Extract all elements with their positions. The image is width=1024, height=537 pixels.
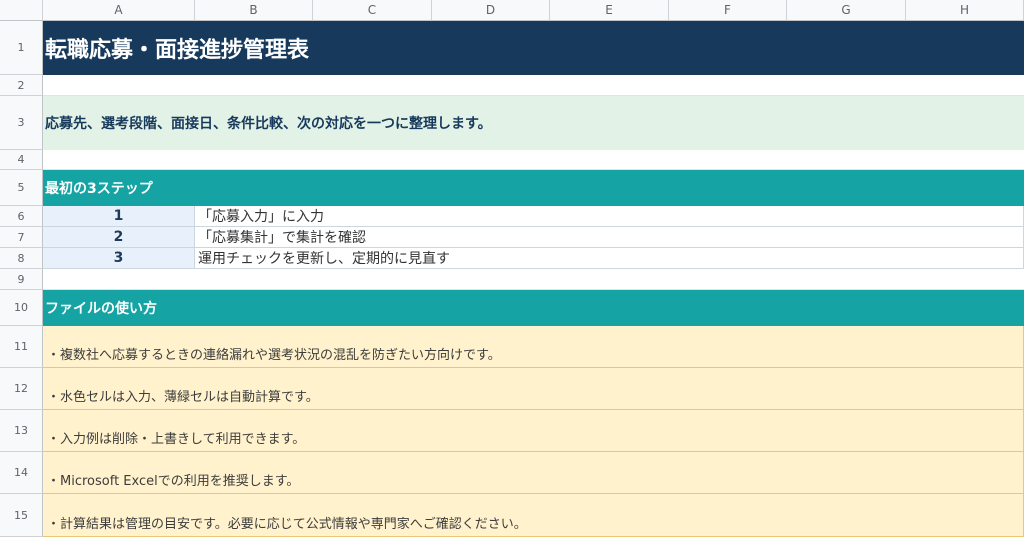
column-header-b[interactable]: B xyxy=(195,0,313,21)
usage-note-cell[interactable]: ・入力例は削除・上書きして利用できます。 xyxy=(43,410,1024,452)
select-all-corner[interactable] xyxy=(0,0,43,21)
usage-section-header[interactable]: ファイルの使い方 xyxy=(43,290,1024,326)
row-header-6[interactable]: 6 xyxy=(0,206,43,227)
row-header-3[interactable]: 3 xyxy=(0,96,43,150)
row-header-11[interactable]: 11 xyxy=(0,326,43,368)
row-header-10[interactable]: 10 xyxy=(0,290,43,326)
steps-section-header[interactable]: 最初の3ステップ xyxy=(43,170,1024,206)
usage-note-cell[interactable]: ・計算結果は管理の目安です。必要に応じて公式情報や専門家へご確認ください。 xyxy=(43,494,1024,537)
sheet-description-cell[interactable]: 応募先、選考段階、面接日、条件比較、次の対応を一つに整理します。 xyxy=(43,96,1024,150)
sheet-title-cell[interactable]: 転職応募・面接進捗管理表 xyxy=(43,21,1024,75)
usage-note-cell[interactable]: ・水色セルは入力、薄緑セルは自動計算です。 xyxy=(43,368,1024,410)
row-header-2[interactable]: 2 xyxy=(0,75,43,96)
row-header-7[interactable]: 7 xyxy=(0,227,43,248)
column-header-a[interactable]: A xyxy=(43,0,195,21)
column-header-c[interactable]: C xyxy=(313,0,432,21)
row-header-15[interactable]: 15 xyxy=(0,494,43,537)
column-header-h[interactable]: H xyxy=(906,0,1024,21)
column-header-g[interactable]: G xyxy=(787,0,906,21)
step-description-cell[interactable]: 「応募集計」で集計を確認 xyxy=(195,227,1024,248)
row-header-8[interactable]: 8 xyxy=(0,248,43,269)
column-header-f[interactable]: F xyxy=(669,0,787,21)
step-description-cell[interactable]: 運用チェックを更新し、定期的に見直す xyxy=(195,248,1024,269)
step-description-cell[interactable]: 「応募入力」に入力 xyxy=(195,206,1024,227)
row-header-9[interactable]: 9 xyxy=(0,269,43,290)
row-header-13[interactable]: 13 xyxy=(0,410,43,452)
row-header-14[interactable]: 14 xyxy=(0,452,43,494)
column-header-d[interactable]: D xyxy=(432,0,550,21)
step-number-cell[interactable]: 3 xyxy=(43,248,195,269)
usage-note-cell[interactable]: ・複数社へ応募するときの連絡漏れや選考状況の混乱を防ぎたい方向けです。 xyxy=(43,326,1024,368)
row-header-1[interactable]: 1 xyxy=(0,21,43,75)
column-header-e[interactable]: E xyxy=(550,0,669,21)
row-header-12[interactable]: 12 xyxy=(0,368,43,410)
step-number-cell[interactable]: 1 xyxy=(43,206,195,227)
row-header-5[interactable]: 5 xyxy=(0,170,43,206)
row-header-4[interactable]: 4 xyxy=(0,150,43,170)
usage-note-cell[interactable]: ・Microsoft Excelでの利用を推奨します。 xyxy=(43,452,1024,494)
step-number-cell[interactable]: 2 xyxy=(43,227,195,248)
